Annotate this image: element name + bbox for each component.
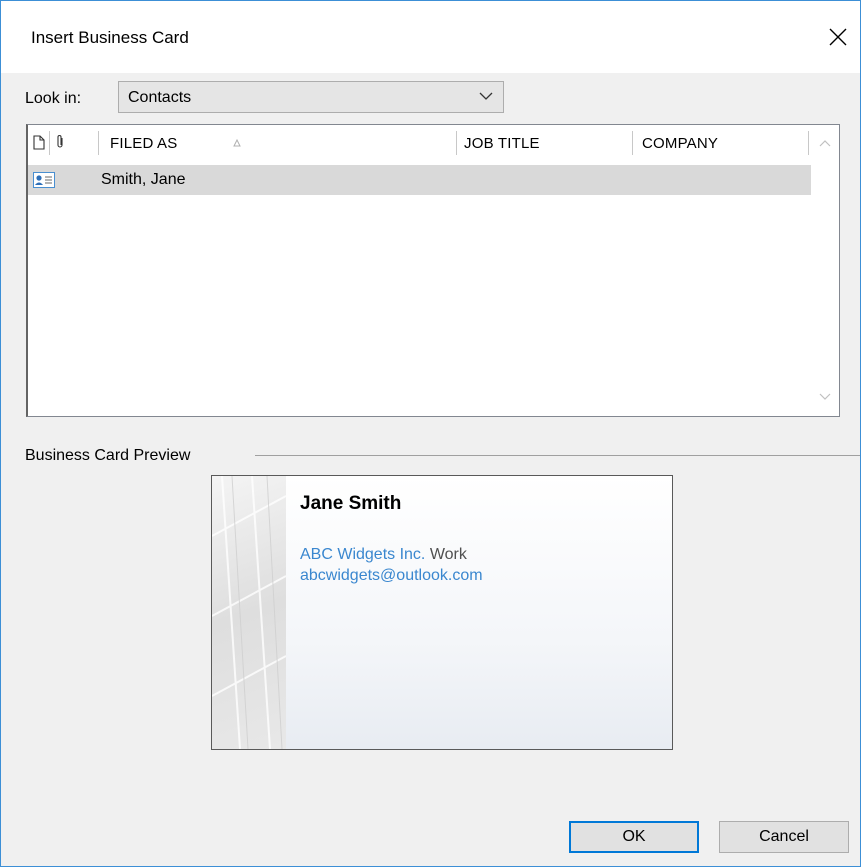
card-email: abcwidgets@outlook.com xyxy=(300,567,483,584)
card-work-label: Work xyxy=(429,546,467,563)
business-card-preview-label: Business Card Preview xyxy=(25,447,191,464)
look-in-label: Look in: xyxy=(25,90,82,107)
look-in-dropdown[interactable]: Contacts xyxy=(118,81,504,113)
title-bar: Insert Business Card xyxy=(1,1,860,73)
scroll-down-icon[interactable] xyxy=(819,393,831,401)
close-button[interactable] xyxy=(823,23,853,51)
card-decorative-image xyxy=(212,476,287,749)
header-separator xyxy=(632,131,633,155)
ok-button[interactable]: OK xyxy=(569,821,699,853)
card-company: ABC Widgets Inc. xyxy=(300,546,426,563)
column-header-company[interactable]: COMPANY xyxy=(642,135,718,152)
card-company-line: ABC Widgets Inc. Work xyxy=(300,546,467,564)
chevron-down-icon xyxy=(479,92,493,100)
row-filed-as: Smith, Jane xyxy=(101,171,186,188)
look-in-value: Contacts xyxy=(128,89,192,106)
header-separator xyxy=(456,131,457,155)
scroll-up-icon[interactable] xyxy=(819,139,831,147)
header-separator xyxy=(49,131,50,155)
close-icon xyxy=(829,28,847,46)
contact-card-icon xyxy=(33,172,55,188)
list-header: FILED AS JOB TITLE COMPANY xyxy=(28,125,814,160)
attachment-icon[interactable] xyxy=(55,134,65,150)
sort-ascending-icon xyxy=(233,139,241,147)
vertical-scrollbar[interactable] xyxy=(811,125,839,416)
card-pattern xyxy=(212,476,287,749)
header-separator xyxy=(808,131,809,155)
column-header-job-title[interactable]: JOB TITLE xyxy=(464,135,540,152)
header-separator xyxy=(98,131,99,155)
card-contact-name: Jane Smith xyxy=(300,493,402,514)
column-header-filed-as[interactable]: FILED AS xyxy=(110,135,177,152)
business-card-preview: Jane Smith ABC Widgets Inc. Work abcwidg… xyxy=(211,475,673,750)
cancel-button[interactable]: Cancel xyxy=(719,821,849,853)
document-icon[interactable] xyxy=(33,135,45,150)
section-divider xyxy=(255,455,860,456)
insert-business-card-dialog: Insert Business Card Look in: Contacts F… xyxy=(0,0,861,867)
table-row[interactable]: Smith, Jane xyxy=(28,165,812,195)
contacts-list[interactable]: FILED AS JOB TITLE COMPANY Smith, Jane xyxy=(26,124,840,417)
dialog-title: Insert Business Card xyxy=(31,28,189,47)
